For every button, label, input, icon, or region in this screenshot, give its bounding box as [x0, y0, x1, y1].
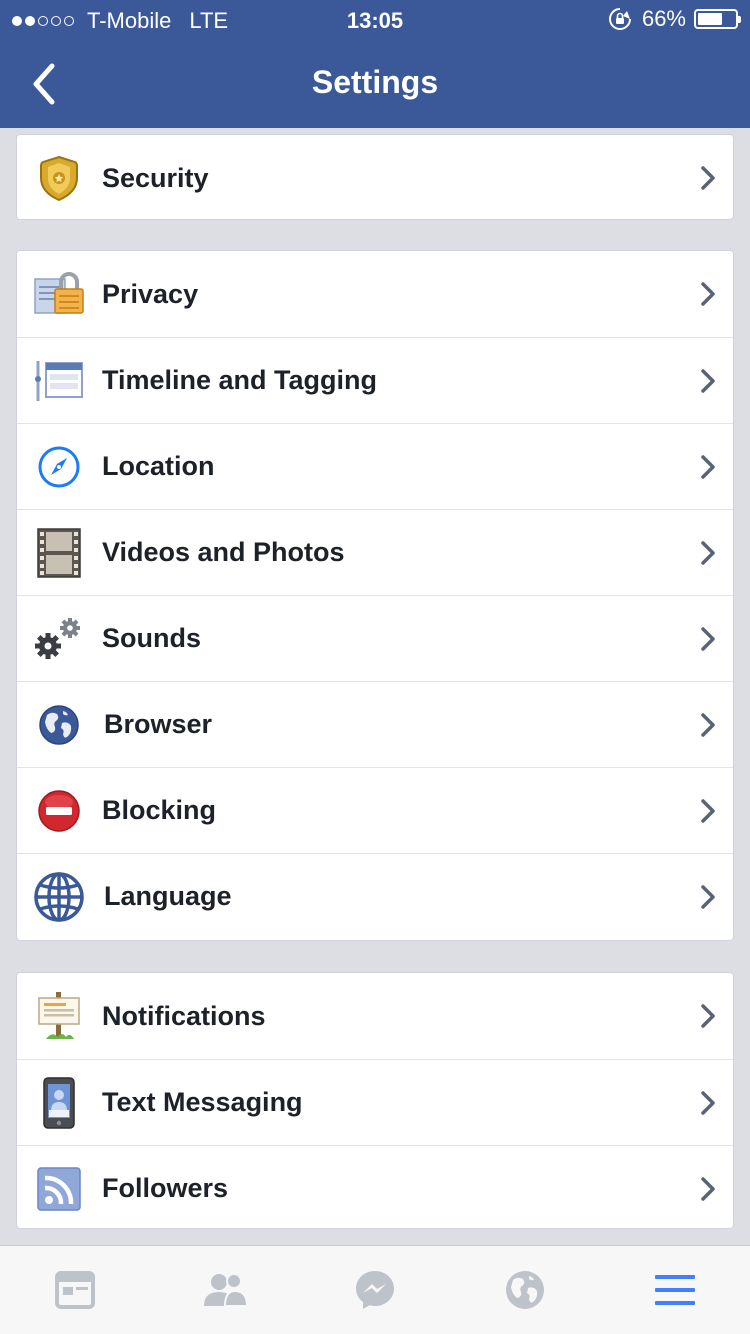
settings-item-sounds[interactable]: Sounds: [17, 595, 733, 681]
chevron-right-icon: [701, 1176, 715, 1201]
settings-item-browser[interactable]: Browser: [17, 681, 733, 767]
settings-item-label: Privacy: [102, 278, 199, 309]
chevron-right-icon: [701, 166, 715, 190]
lock-icon: [33, 268, 85, 320]
menu-icon: [655, 1275, 695, 1305]
friends-icon: [204, 1273, 249, 1307]
tab-news-feed[interactable]: [0, 1246, 150, 1334]
timeline-icon: [33, 355, 85, 407]
chevron-right-icon: [701, 626, 715, 651]
settings-item-label: Location: [102, 451, 215, 481]
settings-item-label: Security: [102, 162, 209, 193]
tab-bar: [0, 1245, 750, 1334]
chevron-right-icon: [701, 282, 715, 306]
tab-notifications[interactable]: [450, 1246, 600, 1334]
settings-item-label: Sounds: [102, 623, 201, 653]
language-globe-icon: [33, 871, 85, 923]
header: T-Mobile LTE 13:05 66% Settings: [0, 0, 750, 128]
settings-item-language[interactable]: Language: [17, 853, 733, 939]
settings-item-label: Language: [104, 881, 232, 911]
settings-item-location[interactable]: Location: [17, 423, 733, 509]
settings-group-notifications: Notifications Text Messaging Followers: [16, 972, 734, 1229]
battery-percent: 66%: [641, 6, 686, 31]
film-strip-icon: [33, 527, 85, 579]
globe-icon: [33, 699, 85, 751]
chevron-right-icon: [701, 454, 715, 479]
messenger-icon: [356, 1271, 394, 1309]
page-title: Settings: [311, 64, 439, 100]
settings-item-label: Blocking: [102, 795, 217, 825]
settings-group-preferences: Privacy Timeline and Tagging Location Vi…: [16, 250, 734, 941]
settings-item-label: Timeline and Tagging: [102, 365, 378, 395]
settings-item-notifications[interactable]: Notifications: [17, 973, 733, 1059]
settings-item-timeline-and-tagging[interactable]: Timeline and Tagging: [17, 337, 733, 423]
battery-icon: [694, 9, 741, 29]
settings-item-label: Browser: [104, 709, 213, 739]
settings-item-label: Text Messaging: [102, 1087, 303, 1117]
settings-group-account: Security: [16, 134, 734, 220]
chevron-right-icon: [701, 540, 715, 565]
settings-item-videos-and-photos[interactable]: Videos and Photos: [17, 509, 733, 595]
gears-icon: [33, 613, 85, 665]
settings-item-label: Videos and Photos: [102, 537, 345, 567]
tab-messenger[interactable]: [300, 1246, 450, 1334]
rotation-lock-icon: [608, 7, 632, 31]
navigation-bar: Settings: [0, 40, 750, 128]
chevron-right-icon: [701, 368, 715, 393]
settings-item-followers[interactable]: Followers: [17, 1145, 733, 1228]
compass-icon: [33, 441, 85, 493]
notifications-globe-icon: [506, 1271, 544, 1309]
chevron-right-icon: [701, 1090, 715, 1115]
settings-item-blocking[interactable]: Blocking: [17, 767, 733, 853]
signpost-icon: [33, 990, 85, 1042]
shield-badge-icon: [33, 152, 85, 204]
settings-item-security[interactable]: Security: [17, 135, 733, 219]
chevron-right-icon: [701, 884, 715, 909]
chevron-right-icon: [701, 1004, 715, 1028]
settings-item-privacy[interactable]: Privacy: [17, 251, 733, 337]
settings-item-label: Followers: [102, 1173, 229, 1203]
blocked-icon: [33, 785, 85, 837]
news-feed-icon: [55, 1271, 95, 1309]
tab-more-menu[interactable]: [600, 1246, 750, 1334]
rss-icon: [33, 1163, 85, 1215]
tab-friend-requests[interactable]: [150, 1246, 300, 1334]
chevron-right-icon: [701, 712, 715, 737]
chevron-right-icon: [701, 798, 715, 823]
settings-item-text-messaging[interactable]: Text Messaging: [17, 1059, 733, 1145]
phone-icon: [33, 1076, 85, 1129]
settings-item-label: Notifications: [102, 1000, 266, 1031]
status-bar: T-Mobile LTE 13:05 66%: [0, 0, 750, 40]
